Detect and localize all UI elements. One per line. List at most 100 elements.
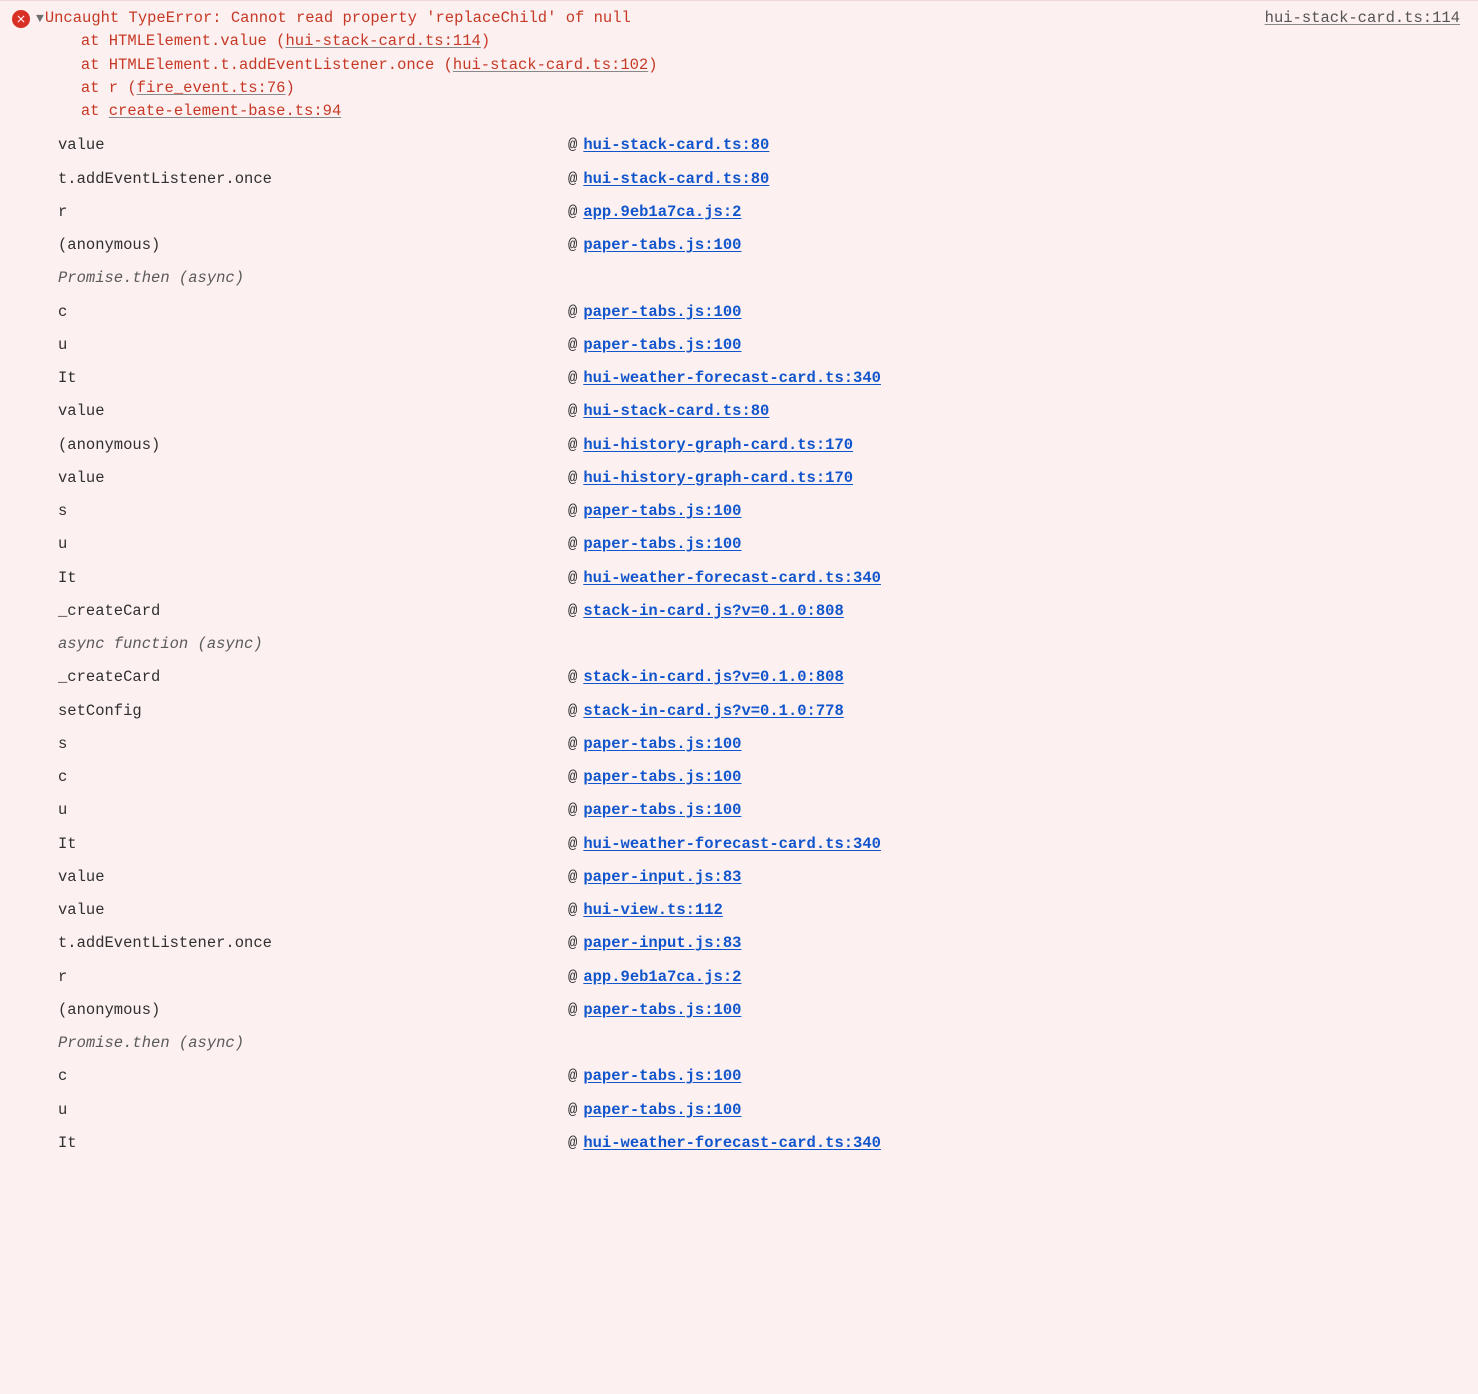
stack-function-name: t.addEventListener.once — [58, 168, 568, 191]
trace-source-link[interactable]: hui-stack-card.ts:114 — [285, 32, 480, 50]
at-symbol: @ — [568, 467, 577, 490]
stack-trace: value@hui-stack-card.ts:80t.addEventList… — [0, 129, 1478, 1160]
at-symbol: @ — [568, 134, 577, 157]
stack-frame: _createCard@ stack-in-card.js?v=0.1.0:808 — [58, 595, 1466, 628]
at-symbol: @ — [568, 799, 577, 822]
stack-source-link[interactable]: hui-stack-card.ts:80 — [583, 400, 769, 423]
stack-frame: r@ app.9eb1a7ca.js:2 — [58, 961, 1466, 994]
stack-source-link[interactable]: hui-history-graph-card.ts:170 — [583, 467, 853, 490]
at-symbol: @ — [568, 833, 577, 856]
stack-function-name: It — [58, 567, 568, 590]
stack-function-name: It — [58, 1132, 568, 1155]
error-block: Uncaught TypeError: Cannot read property… — [45, 7, 1265, 123]
stack-source-link[interactable]: paper-tabs.js:100 — [583, 733, 741, 756]
stack-source-link[interactable]: paper-tabs.js:100 — [583, 234, 741, 257]
stack-frame: u@paper-tabs.js:100 — [58, 528, 1466, 561]
at-symbol: @ — [568, 600, 577, 623]
at-symbol: @ — [568, 932, 577, 955]
stack-source-link[interactable]: hui-weather-forecast-card.ts:340 — [583, 1132, 881, 1155]
stack-frame: (anonymous)@hui-history-graph-card.ts:17… — [58, 429, 1466, 462]
stack-source-link[interactable]: app.9eb1a7ca.js:2 — [583, 201, 741, 224]
stack-source-link[interactable]: hui-history-graph-card.ts:170 — [583, 434, 853, 457]
at-symbol: @ — [568, 733, 577, 756]
stack-frame: t.addEventListener.once@hui-stack-card.t… — [58, 163, 1466, 196]
stack-frame: c@ paper-tabs.js:100 — [58, 761, 1466, 794]
stack-source-link[interactable]: paper-tabs.js:100 — [583, 500, 741, 523]
stack-function-name: c — [58, 301, 568, 324]
stack-source-link[interactable]: hui-stack-card.ts:80 — [583, 134, 769, 157]
error-trace-line: at r (fire_event.ts:76) — [81, 77, 1265, 100]
stack-source-link[interactable]: paper-tabs.js:100 — [583, 1099, 741, 1122]
stack-function-name: setConfig — [58, 700, 568, 723]
stack-frame: s@paper-tabs.js:100 — [58, 728, 1466, 761]
stack-source-link[interactable]: stack-in-card.js?v=0.1.0:808 — [583, 666, 843, 689]
error-icon — [12, 10, 30, 28]
stack-frame: value@hui-history-graph-card.ts:170 — [58, 462, 1466, 495]
at-symbol: @ — [568, 434, 577, 457]
stack-source-link[interactable]: hui-stack-card.ts:80 — [583, 168, 769, 191]
stack-function-name: u — [58, 533, 568, 556]
stack-source-link[interactable]: paper-tabs.js:100 — [583, 533, 741, 556]
trace-source-link[interactable]: fire_event.ts:76 — [137, 79, 286, 97]
stack-function-name: r — [58, 966, 568, 989]
stack-source-link[interactable]: paper-tabs.js:100 — [583, 1065, 741, 1088]
trace-source-link[interactable]: create-element-base.ts:94 — [109, 102, 342, 120]
stack-source-link[interactable]: hui-weather-forecast-card.ts:340 — [583, 367, 881, 390]
stack-function-name: c — [58, 1065, 568, 1088]
stack-frame: value@ hui-stack-card.ts:80 — [58, 129, 1466, 162]
stack-source-link[interactable]: paper-tabs.js:100 — [583, 999, 741, 1022]
stack-source-link[interactable]: hui-weather-forecast-card.ts:340 — [583, 567, 881, 590]
expand-toggle-icon[interactable]: ▼ — [36, 9, 44, 29]
stack-function-name: c — [58, 766, 568, 789]
error-trace-line: at HTMLElement.t.addEventListener.once (… — [81, 54, 1265, 77]
stack-frame: It@hui-weather-forecast-card.ts:340 — [58, 362, 1466, 395]
stack-frame: c@ paper-tabs.js:100 — [58, 296, 1466, 329]
trace-source-link[interactable]: hui-stack-card.ts:102 — [453, 56, 648, 74]
stack-frame: r@app.9eb1a7ca.js:2 — [58, 196, 1466, 229]
stack-source-link[interactable]: paper-tabs.js:100 — [583, 334, 741, 357]
error-source-link[interactable]: hui-stack-card.ts:114 — [1265, 7, 1466, 30]
stack-source-link[interactable]: paper-tabs.js:100 — [583, 301, 741, 324]
stack-source-link[interactable]: hui-view.ts:112 — [583, 899, 723, 922]
at-symbol: @ — [568, 700, 577, 723]
stack-source-link[interactable]: paper-input.js:83 — [583, 932, 741, 955]
stack-function-name: It — [58, 833, 568, 856]
at-symbol: @ — [568, 899, 577, 922]
at-symbol: @ — [568, 400, 577, 423]
stack-function-name: value — [58, 134, 568, 157]
stack-frame: value@ hui-view.ts:112 — [58, 894, 1466, 927]
at-symbol: @ — [568, 567, 577, 590]
at-symbol: @ — [568, 666, 577, 689]
stack-frame: It@ hui-weather-forecast-card.ts:340 — [58, 562, 1466, 595]
stack-frame: (anonymous)@ paper-tabs.js:100 — [58, 229, 1466, 262]
stack-function-name: t.addEventListener.once — [58, 932, 568, 955]
stack-frame: u@paper-tabs.js:100 — [58, 329, 1466, 362]
stack-function-name: u — [58, 799, 568, 822]
stack-function-name: s — [58, 500, 568, 523]
stack-function-name: u — [58, 1099, 568, 1122]
async-marker: async function (async) — [58, 628, 1466, 661]
at-symbol: @ — [568, 1099, 577, 1122]
at-symbol: @ — [568, 301, 577, 324]
stack-source-link[interactable]: stack-in-card.js?v=0.1.0:808 — [583, 600, 843, 623]
stack-source-link[interactable]: hui-weather-forecast-card.ts:340 — [583, 833, 881, 856]
error-trace-line: at create-element-base.ts:94 — [81, 100, 1265, 123]
stack-function-name: (anonymous) — [58, 234, 568, 257]
stack-source-link[interactable]: paper-tabs.js:100 — [583, 766, 741, 789]
stack-frame: It@ hui-weather-forecast-card.ts:340 — [58, 828, 1466, 861]
stack-source-link[interactable]: paper-input.js:83 — [583, 866, 741, 889]
stack-source-link[interactable]: stack-in-card.js?v=0.1.0:778 — [583, 700, 843, 723]
stack-function-name: _createCard — [58, 600, 568, 623]
stack-frame: It@hui-weather-forecast-card.ts:340 — [58, 1127, 1466, 1160]
at-symbol: @ — [568, 766, 577, 789]
at-symbol: @ — [568, 866, 577, 889]
stack-frame: u@ paper-tabs.js:100 — [58, 794, 1466, 827]
error-header: ▼ Uncaught TypeError: Cannot read proper… — [0, 5, 1478, 123]
stack-source-link[interactable]: paper-tabs.js:100 — [583, 799, 741, 822]
stack-frame: _createCard@stack-in-card.js?v=0.1.0:808 — [58, 661, 1466, 694]
at-symbol: @ — [568, 966, 577, 989]
at-symbol: @ — [568, 234, 577, 257]
stack-source-link[interactable]: app.9eb1a7ca.js:2 — [583, 966, 741, 989]
at-symbol: @ — [568, 1065, 577, 1088]
stack-function-name: value — [58, 899, 568, 922]
